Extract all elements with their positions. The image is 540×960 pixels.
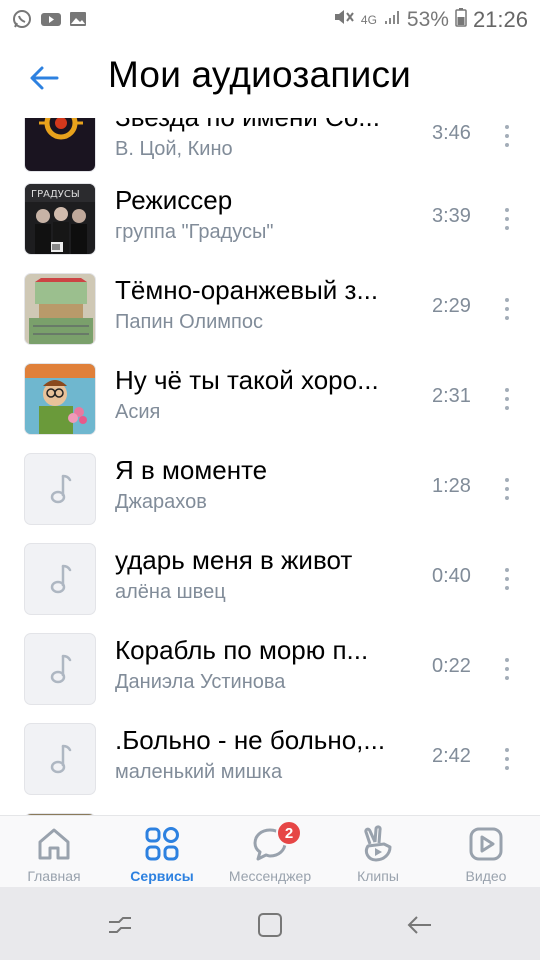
track-title: Я в моменте (115, 455, 268, 485)
track-item[interactable]: Я в моменте Джарахов 1:28 (0, 453, 540, 543)
track-duration: 3:46 (432, 122, 471, 144)
track-duration: 2:29 (432, 295, 471, 317)
status-bar: 4G 53% 21:26 (0, 0, 540, 38)
music-note-icon (24, 723, 96, 795)
tab-services[interactable]: Сервисы (108, 816, 216, 888)
arrow-left-icon (30, 66, 59, 90)
home-icon (38, 828, 70, 860)
tab-label: Главная (27, 868, 81, 884)
audio-list[interactable]: Звезда по имени Со... В. Цой, Кино 3:46 … (0, 118, 540, 815)
tab-clips[interactable]: Клипы (324, 816, 432, 888)
track-artist: Джарахов (115, 491, 207, 513)
tab-label: Видео (465, 868, 507, 884)
track-item[interactable]: Звезда по имени Со... В. Цой, Кино 3:46 (0, 118, 540, 190)
tab-label: Сервисы (130, 868, 194, 884)
whatsapp-icon (12, 9, 32, 29)
svg-text:ГРАДУСЫ: ГРАДУСЫ (31, 189, 80, 200)
tab-label: Клипы (357, 868, 399, 884)
track-item[interactable]: Тёмно-оранжевый з... Папин Олимпос 2:29 (0, 273, 540, 363)
track-duration: 3:39 (432, 205, 471, 227)
track-artist: Даниэла Устинова (115, 671, 286, 693)
page-title: Мои аудиозаписи (108, 54, 412, 95)
track-title: Тёмно-оранжевый з... (115, 275, 379, 305)
track-title: Звезда по имени Со... (115, 118, 405, 133)
network-label: 4G (360, 13, 377, 27)
more-options-button[interactable] (495, 737, 519, 781)
track-artist: алёна швец (115, 581, 226, 603)
track-artist: В. Цой, Кино (115, 138, 233, 160)
track-artist: группа "Градусы" (115, 221, 274, 243)
track-item[interactable]: ГРАДУСЫ Режиссер группа "Градусы" 3:39 (0, 183, 540, 273)
track-duration: 0:40 (432, 565, 471, 587)
track-artist: Асия (115, 401, 161, 423)
olimpos-cover (24, 273, 96, 345)
music-note-icon (24, 633, 96, 705)
clips-icon (364, 825, 392, 862)
music-note-icon (24, 543, 96, 615)
more-options-button[interactable] (495, 377, 519, 421)
track-title: Режиссер (115, 185, 233, 215)
home-button[interactable] (250, 905, 290, 945)
track-duration: 2:42 (432, 745, 471, 767)
youtube-icon (40, 9, 61, 29)
track-duration: 1:28 (432, 475, 471, 497)
track-title: ударь меня в живот (115, 545, 353, 575)
home-square-icon (258, 913, 282, 937)
track-artist: маленький мишка (115, 761, 283, 783)
track-duration: 0:22 (432, 655, 471, 677)
more-options-button[interactable] (495, 557, 519, 601)
bottom-tab-bar: Главная Сервисы 2 Мессенджер Клипы Видео (0, 815, 540, 887)
gallery-icon (68, 9, 88, 29)
track-title: .Больно - не больно,... (115, 725, 386, 755)
back-arrow-icon (407, 916, 431, 934)
asiya-cover (24, 363, 96, 435)
recent-apps-icon (109, 917, 131, 933)
track-item[interactable]: Ну чё ты такой хоро... Асия 2:31 (0, 363, 540, 453)
more-options-button[interactable] (495, 287, 519, 331)
more-options-button[interactable] (495, 467, 519, 511)
tab-label: Мессенджер (228, 868, 312, 884)
track-artist: Папин Олимпос (115, 311, 263, 333)
track-title: Корабль по морю п... (115, 635, 369, 665)
tab-home[interactable]: Главная (0, 816, 108, 888)
more-options-button[interactable] (495, 118, 519, 158)
tab-video[interactable]: Видео (432, 816, 540, 888)
gradusy-cover: ГРАДУСЫ (24, 183, 96, 255)
back-nav-button[interactable] (400, 905, 440, 945)
unread-badge: 2 (276, 820, 302, 846)
track-item[interactable]: .Больно - не больно,... маленький мишка … (0, 723, 540, 813)
signal-icon (383, 8, 401, 32)
track-item[interactable]: ударь меня в живот алёна швец 0:40 (0, 543, 540, 633)
mute-icon (333, 7, 355, 33)
track-title: Ну чё ты такой хоро... (115, 365, 379, 395)
more-options-button[interactable] (495, 647, 519, 691)
kino-star-cover (24, 118, 96, 172)
back-button[interactable] (22, 56, 66, 100)
tab-messenger[interactable]: 2 Мессенджер (216, 816, 324, 888)
page-header: Мои аудиозаписи (0, 38, 540, 118)
clock: 21:26 (472, 7, 528, 32)
recent-apps-button[interactable] (100, 905, 140, 945)
more-options-button[interactable] (495, 197, 519, 241)
system-nav-bar (0, 887, 540, 960)
services-icon (145, 827, 179, 861)
battery-percent: 53% (406, 8, 449, 31)
track-duration: 2:31 (432, 385, 471, 407)
video-icon (469, 827, 503, 861)
track-item[interactable]: Корабль по морю п... Даниэла Устинова 0:… (0, 633, 540, 723)
music-note-icon (24, 453, 96, 525)
battery-icon (455, 7, 467, 33)
